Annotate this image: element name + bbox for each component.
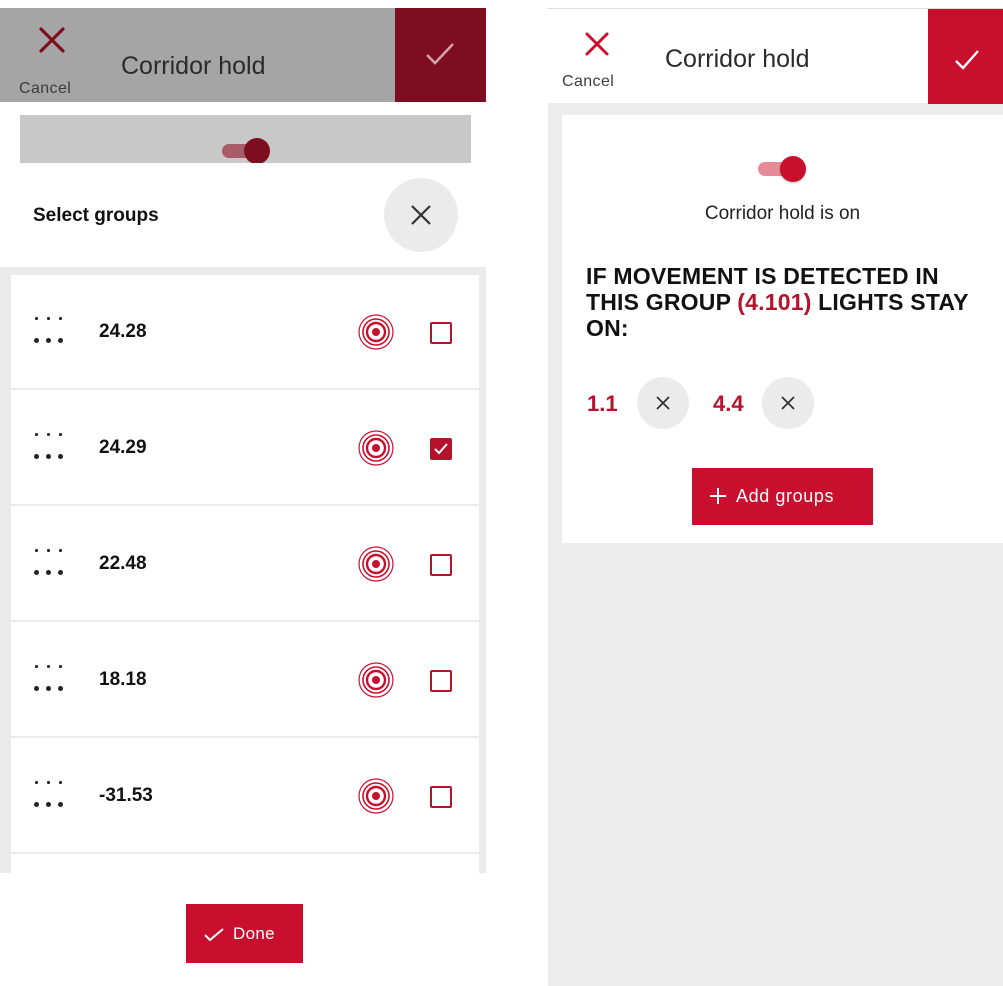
group-name: 24.28 (99, 321, 147, 342)
group-name: -31.53 (99, 785, 153, 806)
motion-sensor-icon[interactable] (357, 777, 395, 815)
group-checkbox[interactable] (430, 438, 452, 460)
selected-group-label: 1.1 (587, 391, 618, 416)
group-checkbox[interactable] (430, 554, 452, 576)
remove-group-button[interactable] (762, 377, 814, 429)
done-button[interactable]: Done (186, 904, 303, 963)
corridor-hold-toggle[interactable] (758, 155, 808, 183)
add-groups-label: Add groups (736, 486, 835, 506)
check-icon (955, 50, 979, 70)
close-icon (781, 396, 795, 410)
group-dots-icon (34, 663, 63, 693)
sheet-title: Select groups (33, 205, 159, 226)
motion-sensor-icon[interactable] (357, 313, 395, 351)
corridor-hold-screen: Cancel Corridor hold Corridor hold is on… (548, 8, 1003, 986)
cancel-label[interactable]: Cancel (19, 80, 71, 98)
check-icon (204, 928, 224, 942)
corridor-hold-card: Corridor hold is on IF MOVEMENT IS DETEC… (562, 115, 1003, 543)
add-groups-button[interactable]: Add groups (692, 468, 873, 525)
motion-sensor-icon[interactable] (357, 545, 395, 583)
select-groups-screen: Cancel Corridor hold Select groups 24.28… (0, 0, 486, 986)
select-groups-sheet: Select groups 24.28 24.29 22.48 18.18 -31.53 (0, 163, 486, 986)
group-row[interactable]: 18.18 (11, 623, 479, 738)
group-dots-icon (34, 431, 63, 461)
close-icon (656, 396, 670, 410)
plus-icon (710, 488, 726, 504)
group-row[interactable]: 24.29 (11, 391, 479, 506)
close-icon[interactable] (584, 31, 610, 57)
close-icon[interactable] (38, 26, 66, 54)
group-row-partial[interactable] (11, 855, 479, 873)
remove-group-button[interactable] (637, 377, 689, 429)
group-dots-icon (34, 315, 63, 345)
app-header: Cancel Corridor hold (548, 8, 1003, 104)
check-icon (434, 443, 448, 455)
group-row[interactable]: 24.28 (11, 275, 479, 390)
group-name: 24.29 (99, 437, 147, 458)
check-icon (426, 43, 454, 65)
heading-group-id: (4.101) (737, 289, 812, 315)
rule-heading: IF MOVEMENT IS DETECTED IN THIS GROUP (4… (586, 263, 996, 341)
cancel-label[interactable]: Cancel (562, 73, 614, 91)
confirm-button[interactable] (928, 9, 1003, 104)
close-sheet-button[interactable] (384, 178, 458, 252)
page-title: Corridor hold (665, 45, 810, 73)
confirm-button[interactable] (395, 8, 486, 102)
page-title: Corridor hold (121, 52, 266, 80)
groups-list[interactable]: 24.28 24.29 22.48 18.18 -31.53 (0, 267, 486, 873)
status-text: Corridor hold is on (704, 203, 861, 224)
group-row[interactable]: 22.48 (11, 507, 479, 622)
motion-sensor-icon[interactable] (357, 429, 395, 467)
group-dots-icon (34, 779, 63, 809)
group-checkbox[interactable] (430, 322, 452, 344)
app-header-dimmed: Cancel Corridor hold (0, 8, 486, 102)
done-label: Done (233, 924, 275, 943)
group-dots-icon (34, 547, 63, 577)
group-row[interactable]: -31.53 (11, 739, 479, 854)
group-name: 22.48 (99, 553, 147, 574)
group-checkbox[interactable] (430, 670, 452, 692)
group-name: 18.18 (99, 669, 147, 690)
selected-group-label: 4.4 (713, 391, 744, 416)
group-checkbox[interactable] (430, 786, 452, 808)
corridor-hold-toggle-dimmed (222, 138, 270, 164)
motion-sensor-icon[interactable] (357, 661, 395, 699)
close-icon (411, 205, 431, 225)
